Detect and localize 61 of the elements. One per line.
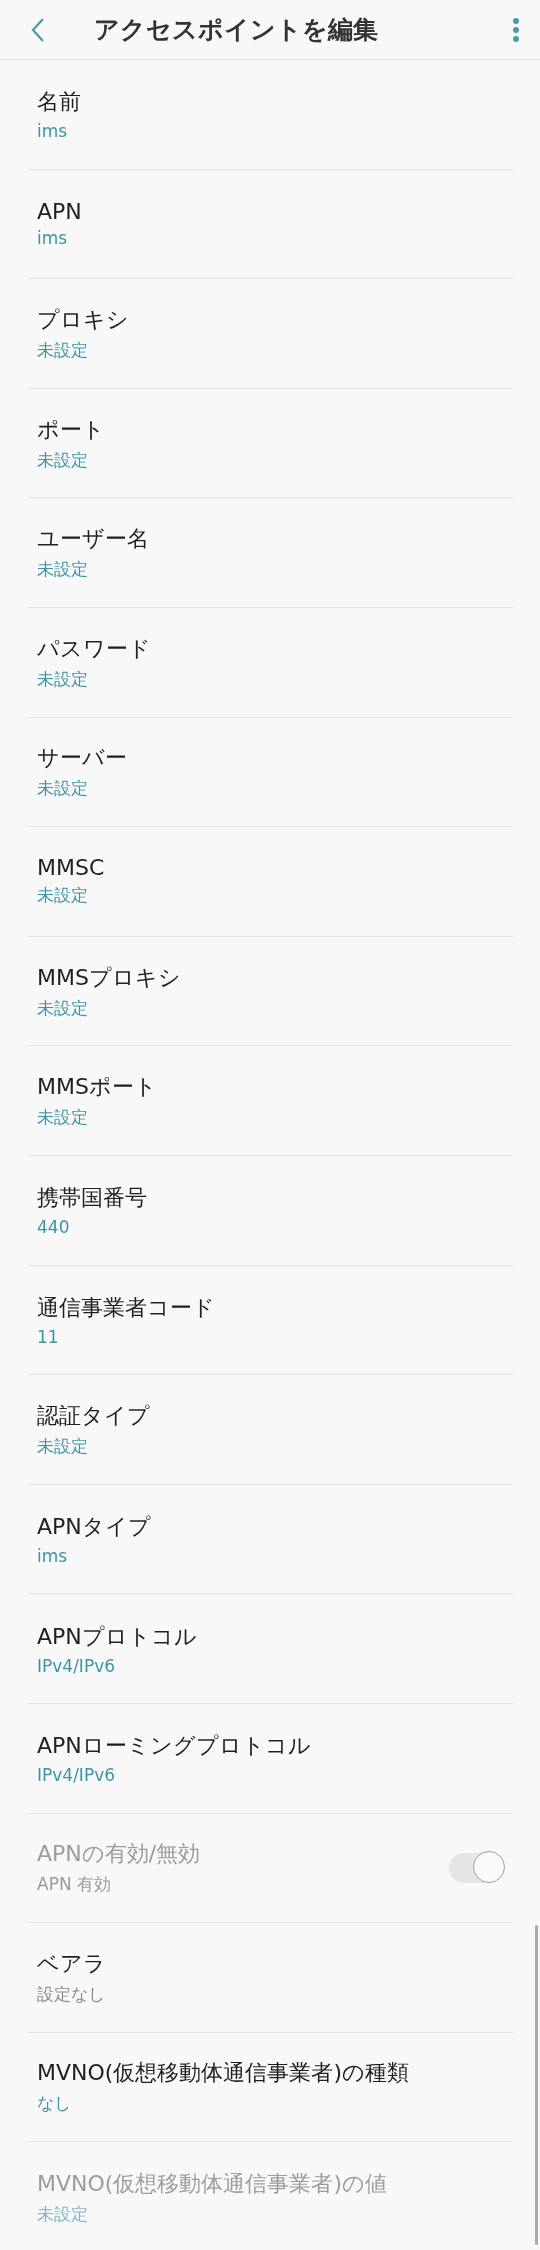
setting-value: 未設定 <box>37 996 89 1020</box>
setting-label: APNプロトコル <box>37 1622 198 1651</box>
setting-label: プロキシ <box>37 306 130 334</box>
setting-item[interactable]: APNローミングプロトコル IPv4/IPv6 <box>27 1703 513 1814</box>
setting-label: 認証タイプ <box>37 1401 151 1430</box>
setting-item[interactable]: MMSプロキシ 未設定 <box>27 936 513 1047</box>
setting-label: MVNO(仮想移動体通信事業者)の値 <box>37 2169 388 2198</box>
setting-label: MMSプロキシ <box>37 963 182 992</box>
setting-item[interactable]: パスワード 未設定 <box>27 607 513 718</box>
setting-label: ポート <box>37 415 106 444</box>
back-icon <box>30 16 46 43</box>
setting-item[interactable]: ベアラ 設定なし <box>27 1923 513 2033</box>
setting-label: パスワード <box>37 634 152 663</box>
setting-label: APNの有効/無効 <box>37 1840 202 1869</box>
setting-value: ims <box>37 228 69 249</box>
setting-value: 未設定 <box>37 884 89 908</box>
setting-label: MMSC <box>37 855 106 881</box>
setting-value: IPv4/IPv6 <box>37 1655 116 1676</box>
setting-label: サーバー <box>37 744 128 773</box>
setting-value: ims <box>37 121 69 142</box>
setting-value: 未設定 <box>37 448 89 472</box>
setting-item[interactable]: 名前 ims <box>27 60 513 170</box>
more-options-icon <box>512 16 520 43</box>
setting-item[interactable]: APNプロトコル IPv4/IPv6 <box>27 1594 513 1704</box>
setting-value: なし <box>37 2092 72 2116</box>
setting-value: 未設定 <box>37 2202 89 2226</box>
setting-item[interactable]: 通信事業者コード 11 <box>27 1265 513 1376</box>
setting-label: APN <box>37 199 83 225</box>
setting-label: MMSポート <box>37 1073 158 1102</box>
setting-item[interactable]: MMSポート 未設定 <box>27 1046 513 1156</box>
setting-item[interactable]: ユーザー名 未設定 <box>27 498 513 608</box>
setting-item[interactable]: ポート 未設定 <box>27 388 513 499</box>
setting-label: APNローミングプロトコル <box>37 1732 312 1761</box>
setting-label: 名前 <box>37 88 82 117</box>
setting-label: APNタイプ <box>37 1513 152 1541</box>
setting-value: APN 有効 <box>37 1873 112 1897</box>
setting-item[interactable]: APN ims <box>27 169 513 280</box>
setting-value: 未設定 <box>37 1106 89 1130</box>
setting-value: 未設定 <box>37 558 89 582</box>
setting-value: 11 <box>37 1326 60 1347</box>
setting-label: 通信事業者コード <box>37 1293 216 1322</box>
setting-item[interactable]: 認証タイプ 未設定 <box>27 1375 513 1485</box>
setting-item[interactable]: APNタイプ ims <box>27 1484 513 1595</box>
setting-value: 未設定 <box>37 339 89 362</box>
setting-value: IPv4/IPv6 <box>37 1765 116 1786</box>
page-title: アクセスポイントを編集 <box>94 14 379 46</box>
setting-value: 未設定 <box>37 667 89 691</box>
setting-label: ベアラ <box>37 1949 107 1978</box>
setting-value: ims <box>37 1546 69 1566</box>
setting-item[interactable]: MMSC 未設定 <box>27 827 513 937</box>
setting-value: 未設定 <box>37 777 89 801</box>
setting-item[interactable]: 携帯国番号 440 <box>27 1155 513 1266</box>
setting-item[interactable]: MVNO(仮想移動体通信事業者)の種類 なし <box>27 2032 513 2143</box>
setting-item[interactable]: サーバー 未設定 <box>27 717 513 828</box>
setting-value: 440 <box>37 1217 71 1238</box>
setting-item[interactable]: プロキシ 未設定 <box>27 279 513 389</box>
setting-value: 未設定 <box>37 1434 89 1458</box>
setting-label: 携帯国番号 <box>37 1184 148 1213</box>
setting-label: MVNO(仮想移動体通信事業者)の種類 <box>37 2059 410 2088</box>
setting-value: 設定なし <box>37 1982 106 2006</box>
setting-label: ユーザー名 <box>37 525 150 554</box>
